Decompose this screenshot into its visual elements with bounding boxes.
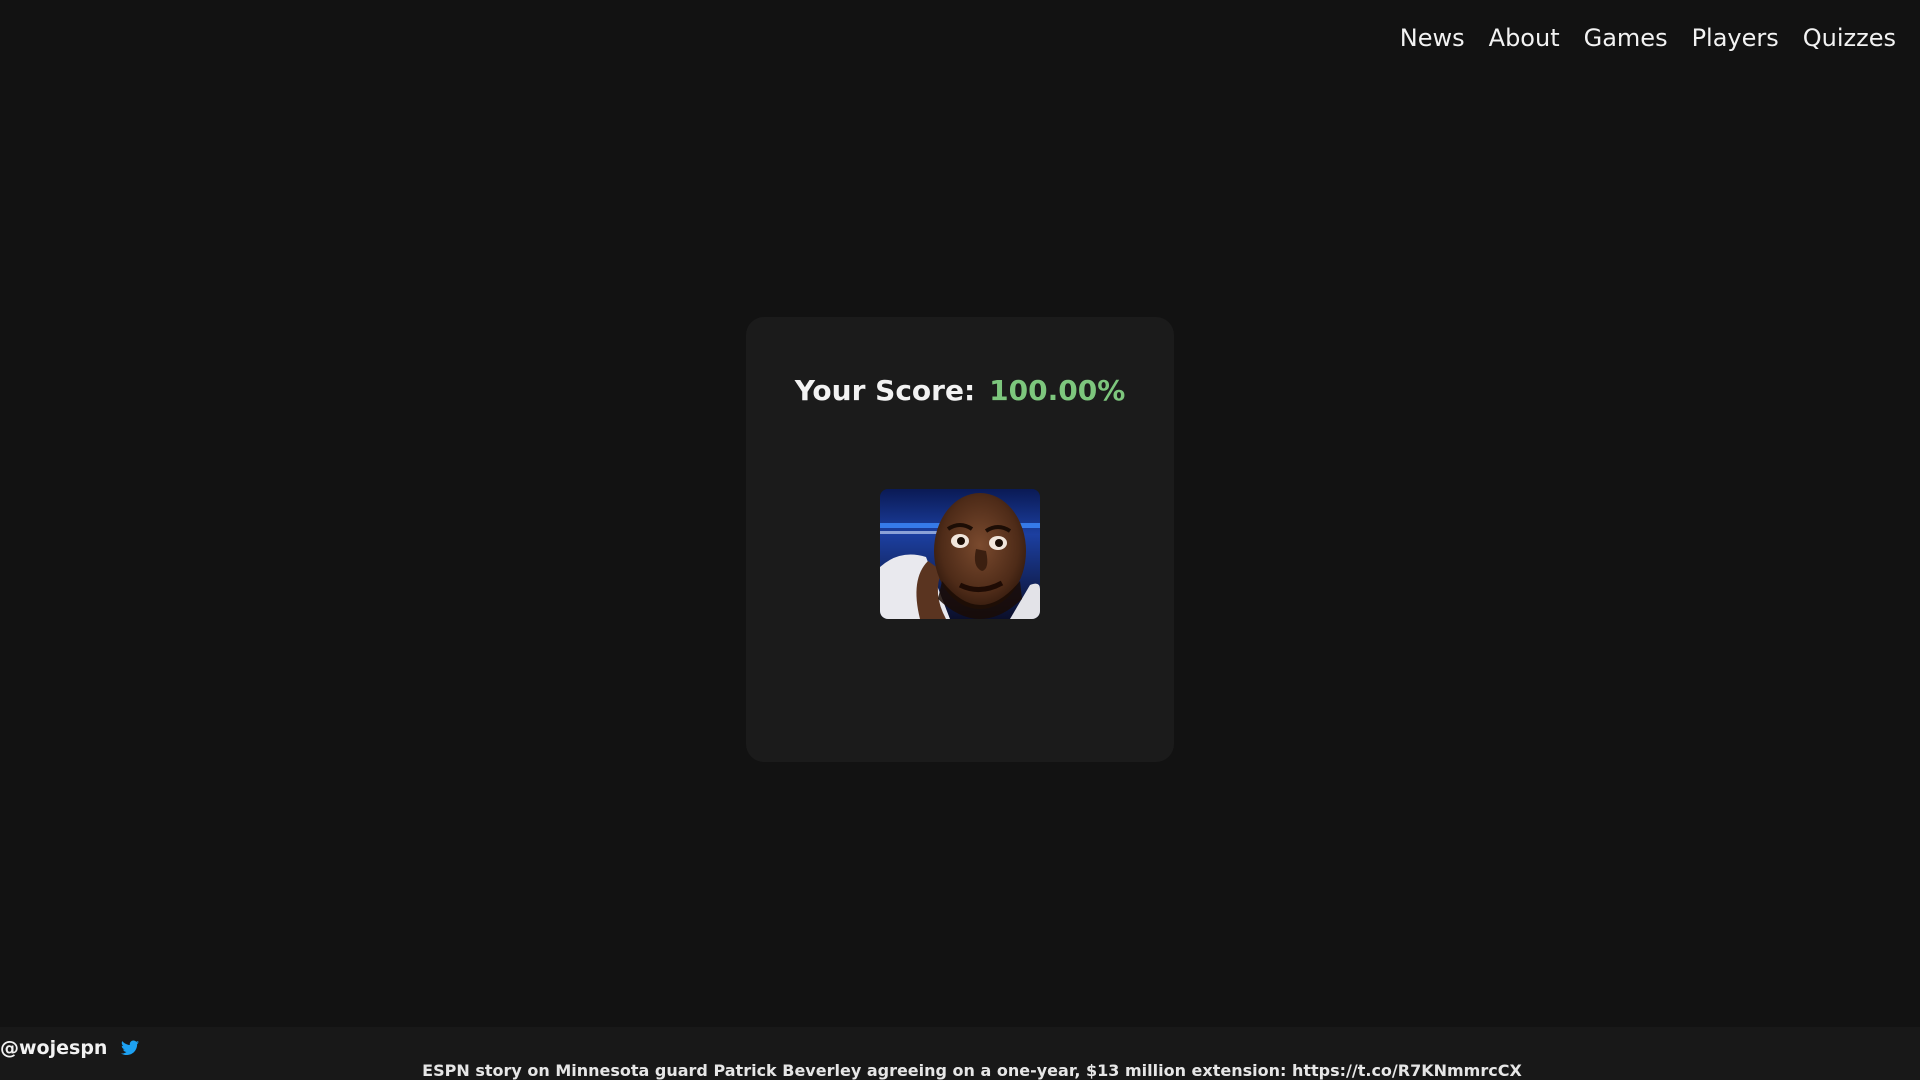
player-reaction-image bbox=[880, 489, 1040, 619]
score-card: Your Score: 100.00% bbox=[746, 317, 1174, 762]
tweet-text: ESPN story on Minnesota guard Patrick Be… bbox=[422, 1061, 1522, 1080]
nav-about[interactable]: About bbox=[1489, 20, 1560, 56]
score-row: Your Score: 100.00% bbox=[746, 371, 1174, 411]
score-label: Your Score: bbox=[794, 374, 976, 407]
page: News About Games Players Quizzes Your Sc… bbox=[0, 0, 1920, 1080]
nav-players[interactable]: Players bbox=[1692, 20, 1779, 56]
footer: @wojespn ESPN story on Minnesota guard P… bbox=[0, 1027, 1920, 1080]
twitter-icon[interactable] bbox=[121, 1040, 140, 1056]
twitter-handle-row: @wojespn bbox=[0, 1037, 140, 1059]
nav-news[interactable]: News bbox=[1400, 20, 1465, 56]
nav-games[interactable]: Games bbox=[1584, 20, 1668, 56]
top-navigation: News About Games Players Quizzes bbox=[1400, 20, 1896, 56]
twitter-handle-link[interactable]: @wojespn bbox=[0, 1037, 107, 1059]
nav-quizzes[interactable]: Quizzes bbox=[1803, 20, 1896, 56]
player-reaction-illustration bbox=[880, 489, 1040, 619]
score-value: 100.00% bbox=[989, 374, 1126, 407]
